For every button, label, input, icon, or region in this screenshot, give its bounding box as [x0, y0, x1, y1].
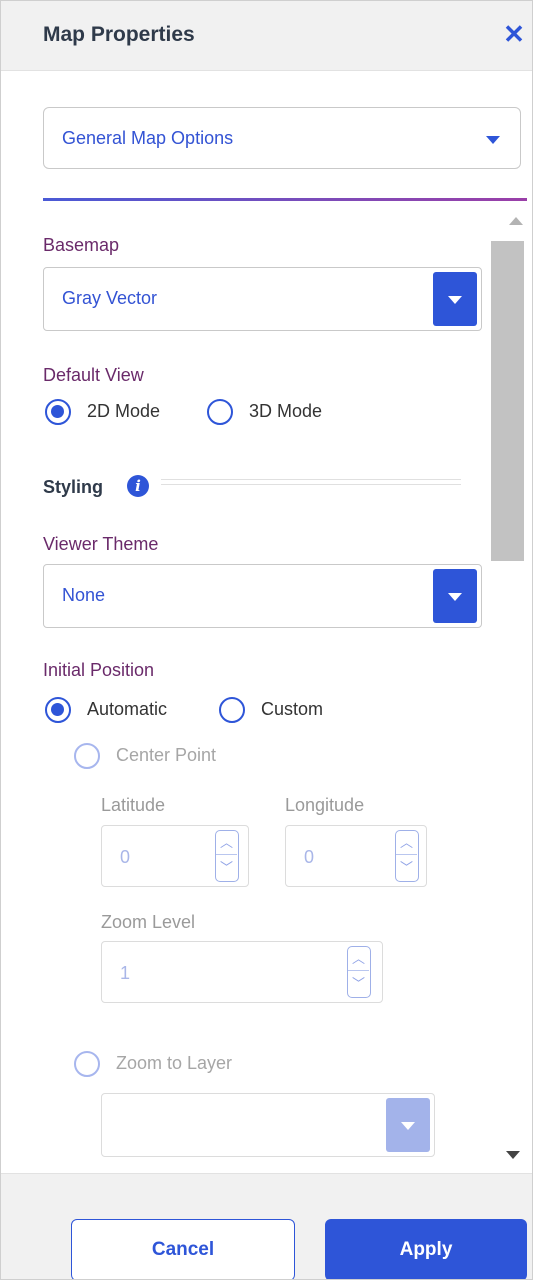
panel-title: Map Properties — [43, 23, 195, 46]
radio-custom[interactable]: Custom — [219, 696, 359, 726]
latitude-value: 0 — [120, 847, 131, 867]
options-scroll-area[interactable] — [1, 203, 532, 1173]
radio-2d-mode[interactable]: 2D Mode — [45, 398, 195, 428]
radio-center-point-label: Center Point — [116, 745, 217, 765]
default-view-label: Default View — [43, 365, 144, 385]
section-dropdown[interactable]: General Map Options — [43, 107, 521, 169]
radio-3d-mode-label: 3D Mode — [249, 401, 323, 421]
radio-automatic-label: Automatic — [87, 699, 168, 719]
radio-3d-mode[interactable]: 3D Mode — [207, 398, 357, 428]
radio-circle — [74, 1051, 100, 1077]
scrollbar[interactable] — [491, 207, 531, 1169]
radio-zoom-to-layer-label: Zoom to Layer — [116, 1053, 233, 1073]
section-divider — [43, 198, 527, 201]
chevron-up-icon[interactable]: ︿ — [396, 831, 417, 855]
apply-button-label: Apply — [399, 1239, 453, 1260]
info-icon[interactable]: i — [127, 475, 149, 497]
longitude-stepper[interactable]: ︿ ﹀ — [395, 830, 419, 882]
scroll-up-icon[interactable] — [509, 217, 523, 225]
viewer-theme-select[interactable]: None — [43, 564, 482, 628]
styling-divider — [161, 479, 461, 485]
longitude-value: 0 — [304, 847, 315, 867]
panel-footer: Cancel Apply — [1, 1173, 532, 1279]
chevron-down-icon — [401, 1122, 415, 1130]
scrollbar-thumb[interactable] — [491, 241, 524, 561]
scroll-down-icon[interactable] — [506, 1151, 520, 1159]
zoom-level-stepper[interactable]: ︿ ﹀ — [347, 946, 371, 998]
zoom-level-value: 1 — [120, 963, 131, 983]
chevron-down-icon — [486, 136, 500, 144]
chevron-up-icon[interactable]: ︿ — [348, 947, 369, 971]
radio-2d-mode-label: 2D Mode — [87, 401, 161, 421]
section-dropdown-value: General Map Options — [62, 128, 234, 148]
radio-circle — [45, 697, 71, 723]
radio-center-point[interactable]: Center Point — [74, 742, 254, 772]
initial-position-label: Initial Position — [43, 660, 155, 680]
chevron-up-icon[interactable]: ︿ — [216, 831, 237, 855]
radio-circle — [45, 399, 71, 425]
chevron-down-icon — [448, 296, 462, 304]
viewer-theme-label: Viewer Theme — [43, 534, 159, 554]
chevron-down-icon[interactable]: ﹀ — [396, 856, 417, 880]
latitude-input[interactable]: 0 ︿ ﹀ — [101, 825, 249, 887]
radio-circle — [207, 399, 233, 425]
cancel-button-label: Cancel — [151, 1239, 215, 1260]
radio-circle — [74, 743, 100, 769]
chevron-down-icon — [448, 593, 462, 601]
zoom-level-input[interactable]: 1 ︿ ﹀ — [101, 941, 383, 1003]
zoom-to-layer-dropdown-button[interactable] — [386, 1098, 430, 1152]
basemap-label: Basemap — [43, 235, 120, 255]
chevron-down-icon[interactable]: ﹀ — [348, 972, 369, 996]
basemap-value: Gray Vector — [62, 288, 158, 308]
longitude-input[interactable]: 0 ︿ ﹀ — [285, 825, 427, 887]
radio-zoom-to-layer[interactable]: Zoom to Layer — [74, 1050, 274, 1080]
latitude-label: Latitude — [101, 795, 166, 815]
basemap-dropdown-button[interactable] — [433, 272, 477, 326]
viewer-theme-dropdown-button[interactable] — [433, 569, 477, 623]
zoom-to-layer-select[interactable] — [101, 1093, 435, 1157]
latitude-stepper[interactable]: ︿ ﹀ — [215, 830, 239, 882]
close-icon[interactable]: ✕ — [500, 19, 528, 49]
styling-heading: Styling — [43, 477, 104, 497]
chevron-down-icon[interactable]: ﹀ — [216, 856, 237, 880]
radio-automatic[interactable]: Automatic — [45, 696, 205, 726]
cancel-button[interactable]: Cancel — [71, 1219, 295, 1279]
panel-header: Map Properties ✕ — [1, 1, 532, 71]
radio-circle — [219, 697, 245, 723]
zoom-level-label: Zoom Level — [101, 912, 196, 932]
basemap-select[interactable]: Gray Vector — [43, 267, 482, 331]
map-properties-panel: Map Properties ✕ General Map Options Bas… — [0, 0, 533, 1280]
viewer-theme-value: None — [62, 585, 106, 605]
radio-custom-label: Custom — [261, 699, 324, 719]
apply-button[interactable]: Apply — [325, 1219, 527, 1279]
longitude-label: Longitude — [285, 795, 365, 815]
